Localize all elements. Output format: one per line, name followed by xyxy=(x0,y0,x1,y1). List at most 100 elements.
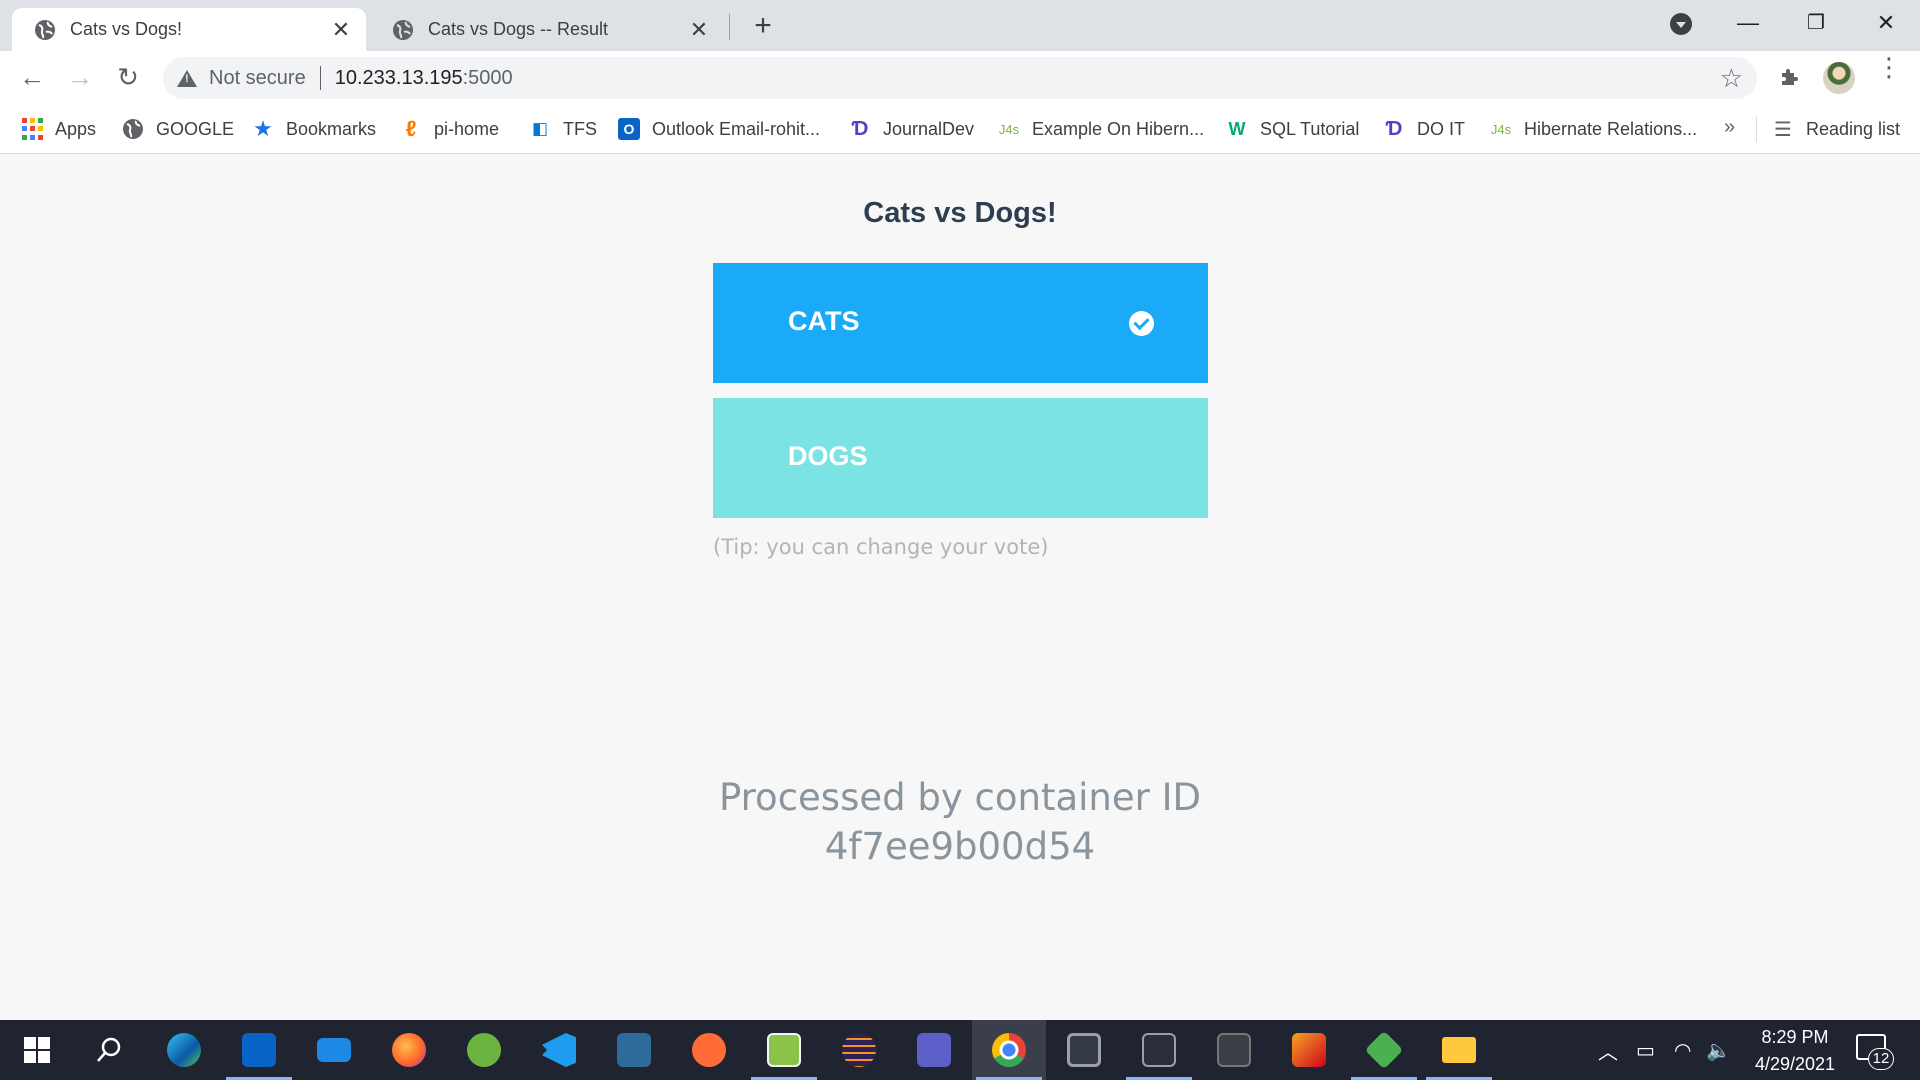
star-icon: ★ xyxy=(253,116,273,141)
bookmark-label: SQL Tutorial xyxy=(1260,118,1360,139)
bookmark-label: pi-home xyxy=(434,118,500,139)
warning-icon[interactable] xyxy=(177,69,197,87)
spring-icon xyxy=(467,1033,501,1067)
bookmark-hibernate-example[interactable]: J4s Example On Hibern... xyxy=(998,114,1204,144)
taskbar-eclipse[interactable] xyxy=(822,1020,896,1080)
taskbar-outlook[interactable] xyxy=(222,1020,296,1080)
reload-icon[interactable]: ↻ xyxy=(110,59,146,95)
taskbar-spring[interactable] xyxy=(447,1020,521,1080)
bookmark-pi-home[interactable]: ℓ pi-home xyxy=(400,114,499,144)
new-tab-button[interactable]: + xyxy=(746,10,780,44)
mail-icon xyxy=(317,1038,351,1062)
reading-list-icon: ☰ xyxy=(1774,118,1792,141)
bookmark-tfs[interactable]: ◧ TFS xyxy=(529,114,597,144)
bookmark-bookmarks[interactable]: ★ Bookmarks xyxy=(252,114,376,144)
taskbar-firefox[interactable] xyxy=(372,1020,446,1080)
tfs-icon: ◧ xyxy=(531,119,549,138)
bookmark-label: Outlook Email-rohit... xyxy=(652,118,821,139)
start-button[interactable] xyxy=(0,1020,74,1080)
container-info: Processed by container ID 4f7ee9b00d54 xyxy=(0,773,1920,871)
taskbar-edge[interactable] xyxy=(147,1020,221,1080)
taskbar-teams[interactable] xyxy=(897,1020,971,1080)
taskbar-mysql-workbench[interactable] xyxy=(597,1020,671,1080)
mysql-workbench-icon xyxy=(617,1033,651,1067)
bookmark-label: Bookmarks xyxy=(286,118,377,139)
taskbar-git[interactable] xyxy=(1347,1020,1421,1080)
notification-count-badge: 12 xyxy=(1868,1048,1894,1070)
taskbar-filezilla[interactable] xyxy=(1272,1020,1346,1080)
globe-icon xyxy=(122,118,144,140)
journaldev-icon: Ɗ xyxy=(1385,117,1403,140)
vote-option-label: CATS xyxy=(788,306,860,336)
cmd-icon xyxy=(1217,1033,1251,1067)
bookmark-star-icon[interactable]: ☆ xyxy=(1720,63,1743,93)
taskbar-mail[interactable] xyxy=(297,1020,371,1080)
bookmark-label: TFS xyxy=(563,118,597,139)
tab-title: Cats vs Dogs -- Result xyxy=(428,19,609,39)
teams-icon xyxy=(917,1033,951,1067)
bookmark-sql-tutorial[interactable]: W SQL Tutorial xyxy=(1226,114,1360,144)
globe-icon xyxy=(35,19,55,40)
bookmark-label: DO IT xyxy=(1417,118,1465,139)
clock-date: 4/29/2021 xyxy=(1754,1054,1836,1074)
snipping-icon xyxy=(1142,1033,1176,1067)
minimize-icon[interactable]: — xyxy=(1728,6,1768,40)
reading-list-label: Reading list xyxy=(1806,118,1901,139)
bookmark-label: GOOGLE xyxy=(156,118,235,139)
bookmark-apps[interactable]: Apps xyxy=(22,114,96,144)
vote-dogs-button[interactable]: DOGS xyxy=(713,398,1208,518)
tab-search-icon[interactable] xyxy=(1670,13,1692,35)
tab-cats-vs-dogs-result[interactable]: Cats vs Dogs -- Result ✕ xyxy=(370,8,724,51)
container-info-label: Processed by container ID xyxy=(719,776,1201,819)
taskbar-postman[interactable] xyxy=(672,1020,746,1080)
address-bar[interactable]: Not secure 10.233.13.195:5000 ☆ xyxy=(163,57,1757,99)
container-id: 4f7ee9b00d54 xyxy=(824,825,1096,868)
url-port[interactable]: :5000 xyxy=(463,67,513,90)
bookmark-journaldev[interactable]: Ɗ JournalDev xyxy=(849,114,974,144)
globe-icon xyxy=(393,19,413,40)
bookmark-do-it[interactable]: Ɗ DO IT xyxy=(1383,114,1465,144)
battery-icon[interactable]: ▭ xyxy=(1636,1020,1655,1080)
outlook-icon xyxy=(242,1033,276,1067)
bookmark-label: Apps xyxy=(55,118,97,139)
eclipse-icon xyxy=(842,1033,876,1067)
volume-icon[interactable]: 🔈 xyxy=(1706,1020,1731,1080)
notepadpp-icon xyxy=(767,1033,801,1067)
taskbar-snipping[interactable] xyxy=(1122,1020,1196,1080)
system-clock[interactable]: 8:29 PM 4/29/2021 xyxy=(1740,1024,1850,1078)
j4s-icon: J4s xyxy=(1490,121,1512,137)
wifi-icon[interactable]: ◠ xyxy=(1674,1020,1691,1080)
close-tab-icon[interactable]: ✕ xyxy=(688,18,710,41)
bookmark-hibernate-relations[interactable]: J4s Hibernate Relations... xyxy=(1490,114,1697,144)
url-host[interactable]: 10.233.13.195 xyxy=(335,67,463,90)
more-bookmarks-chevron-icon[interactable]: » xyxy=(1724,116,1735,139)
browser-menu-icon[interactable]: ⋮ xyxy=(1876,54,1902,91)
explorer-icon xyxy=(1442,1037,1476,1063)
restore-icon[interactable]: ❐ xyxy=(1796,6,1836,40)
vote-cats-button[interactable]: CATS xyxy=(713,263,1208,383)
reading-list-button[interactable]: ☰ Reading list xyxy=(1772,114,1900,144)
journaldev-icon: Ɗ xyxy=(851,117,869,140)
tab-cats-vs-dogs[interactable]: Cats vs Dogs! ✕ xyxy=(12,8,366,51)
windows-taskbar: ︿ ▭ ◠ 🔈 8:29 PM 4/29/2021 12 xyxy=(0,1020,1920,1080)
profile-avatar[interactable] xyxy=(1823,62,1855,94)
close-tab-icon[interactable]: ✕ xyxy=(330,18,352,41)
taskbar-chrome[interactable] xyxy=(972,1020,1046,1080)
back-arrow-icon[interactable]: ← xyxy=(14,59,50,95)
security-label[interactable]: Not secure xyxy=(209,67,306,90)
taskbar-file-explorer[interactable] xyxy=(1422,1020,1496,1080)
extensions-puzzle-icon[interactable] xyxy=(1778,65,1802,89)
firefox-icon xyxy=(392,1033,426,1067)
bookmark-google[interactable]: GOOGLE xyxy=(122,114,234,144)
forward-arrow-icon[interactable]: → xyxy=(62,59,98,95)
show-hidden-icons-chevron-icon[interactable]: ︿ xyxy=(1598,1020,1618,1080)
bookmark-outlook[interactable]: O Outlook Email-rohit... xyxy=(618,114,820,144)
taskbar-cmd[interactable] xyxy=(1197,1020,1271,1080)
taskbar-search[interactable] xyxy=(72,1020,146,1080)
taskbar-vscode[interactable] xyxy=(522,1020,596,1080)
outlook-icon: O xyxy=(618,118,640,140)
close-window-icon[interactable]: ✕ xyxy=(1866,6,1906,40)
search-icon xyxy=(97,1037,121,1062)
taskbar-notepadpp[interactable] xyxy=(747,1020,821,1080)
taskbar-vpn[interactable] xyxy=(1047,1020,1121,1080)
